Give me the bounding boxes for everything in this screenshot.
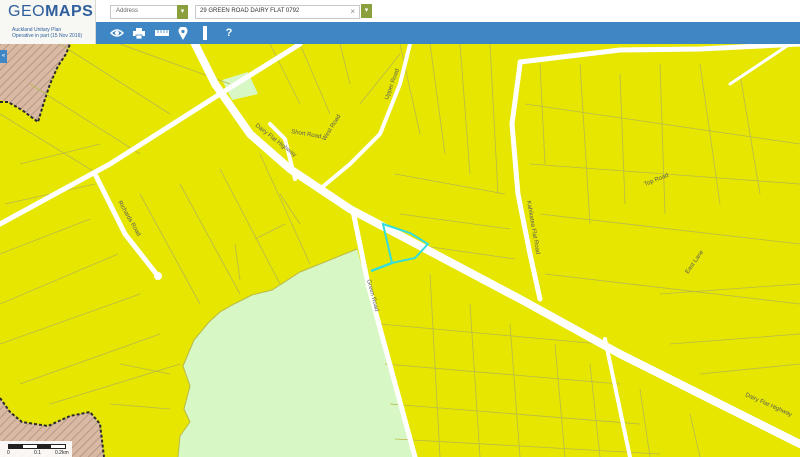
map-canvas[interactable]: Dairy Flat Highway Dairy Flat Highway Gr… <box>0 44 800 457</box>
eye-icon[interactable] <box>107 22 127 44</box>
address-search-input[interactable]: 29 GREEN ROAD DAIRY FLAT 0792 × <box>195 5 360 19</box>
clear-icon[interactable]: × <box>350 7 355 16</box>
logo-panel[interactable]: GEOMAPS Auckland Unitary Plan Operative … <box>0 0 96 44</box>
scale-tick-2: 0.2km <box>55 450 69 456</box>
cul-de-sac <box>154 272 162 280</box>
logo-word-light: GEO <box>8 3 46 20</box>
search-type-select[interactable]: Address ▾ <box>110 5 188 19</box>
scale-bar: 0 0.1 0.2km <box>0 441 72 457</box>
logo-subtitle-date: Operative in part (15 Nov 2016) <box>12 33 83 39</box>
measure-icon[interactable] <box>152 22 172 44</box>
map-svg: Dairy Flat Highway Dairy Flat Highway Gr… <box>0 44 800 457</box>
toolbar: ? <box>0 22 800 44</box>
print-icon[interactable] <box>129 22 149 44</box>
scale-bar-graphic <box>8 444 66 449</box>
address-dropdown-button[interactable]: ▾ <box>361 4 372 18</box>
search-type-value: Address <box>116 8 139 14</box>
ruler-icon[interactable] <box>195 22 215 44</box>
help-icon[interactable]: ? <box>219 22 239 44</box>
side-panel-toggle[interactable]: « <box>0 50 7 63</box>
address-search-value: 29 GREEN ROAD DAIRY FLAT 0792 <box>200 8 300 14</box>
scale-tick-0: 0 <box>7 450 10 456</box>
scale-tick-1: 0.1 <box>34 450 41 456</box>
map-marker-icon[interactable] <box>173 22 193 44</box>
geomaps-logo: GEOMAPS <box>8 3 93 21</box>
chevron-down-icon[interactable]: ▾ <box>177 5 188 19</box>
logo-word-heavy: MAPS <box>45 3 94 20</box>
